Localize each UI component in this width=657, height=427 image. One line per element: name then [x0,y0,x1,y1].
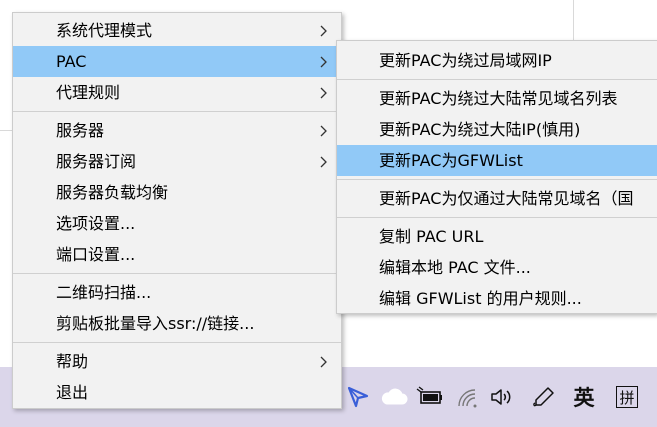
send-icon[interactable] [343,380,373,414]
ime-language-indicator[interactable]: 英 [566,380,602,414]
menu-item-label: 复制 PAC URL [379,227,484,246]
menu-item-label: 编辑 GFWList 的用户规则... [379,289,582,308]
menu-item-servers[interactable]: 服务器 [13,115,341,146]
ime-pinyin-text: 拼 [616,386,638,408]
menu-separator [337,217,657,218]
chevron-right-icon [319,115,329,146]
menu-item-label: 端口设置... [56,245,136,264]
menu-item-label: 帮助 [56,352,89,371]
background-window-edge [573,0,574,40]
menu-item-label: 系统代理模式 [56,21,153,40]
chevron-right-icon [319,77,329,108]
submenu-item-copy-pac-url[interactable]: 复制 PAC URL [337,221,657,252]
chevron-right-icon [319,15,329,46]
pac-submenu: 更新PAC为绕过局域网IP 更新PAC为绕过大陆常见域名列表 更新PAC为绕过大… [336,40,657,314]
menu-item-label: 二维码扫描... [56,283,152,302]
menu-item-pac[interactable]: PAC [13,46,341,77]
menu-item-system-proxy-mode[interactable]: 系统代理模式 [13,15,341,46]
menu-item-label: 编辑本地 PAC 文件... [379,258,531,277]
menu-item-label: 更新PAC为仅通过大陆常见域名（国 [379,189,634,208]
menu-item-clipboard-import[interactable]: 剪贴板批量导入ssr://链接... [13,308,341,339]
submenu-item-china-only[interactable]: 更新PAC为仅通过大陆常见域名（国 [337,183,657,214]
wifi-icon[interactable] [452,380,482,414]
menu-item-label: 服务器订阅 [56,152,137,171]
menu-item-exit[interactable]: 退出 [13,377,341,408]
menu-item-qr-scan[interactable]: 二维码扫描... [13,277,341,308]
ime-pinyin-indicator[interactable]: 拼 [612,380,642,414]
speaker-icon[interactable] [487,380,517,414]
menu-item-label: 服务器负载均衡 [56,183,169,202]
submenu-item-bypass-china-ip[interactable]: 更新PAC为绕过大陆IP(慎用) [337,114,657,145]
menu-item-label: 剪贴板批量导入ssr://链接... [56,314,255,333]
menu-separator [13,111,341,112]
chevron-right-icon [319,346,329,377]
menu-item-server-subscription[interactable]: 服务器订阅 [13,146,341,177]
submenu-item-gfwlist[interactable]: 更新PAC为GFWList [337,145,657,176]
ime-language-text: 英 [573,386,595,410]
menu-item-port-settings[interactable]: 端口设置... [13,239,341,270]
menu-item-load-balance[interactable]: 服务器负载均衡 [13,177,341,208]
menu-item-label: 更新PAC为绕过大陆常见域名列表 [379,89,618,108]
tray-context-menu: 系统代理模式 PAC 代理规则 服务器 服务器订阅 服务器负载均衡 选项设置..… [12,12,342,409]
menu-separator [13,273,341,274]
chevron-right-icon [319,146,329,177]
submenu-item-edit-local-pac[interactable]: 编辑本地 PAC 文件... [337,252,657,283]
cloud-icon[interactable] [378,380,410,414]
menu-item-label: 更新PAC为GFWList [379,151,523,170]
menu-item-label: 选项设置... [56,214,136,233]
menu-item-label: 更新PAC为绕过大陆IP(慎用) [379,120,581,139]
menu-item-label: 退出 [56,383,89,402]
submenu-item-bypass-lan[interactable]: 更新PAC为绕过局域网IP [337,45,657,76]
chevron-right-icon [319,46,329,77]
menu-separator [337,79,657,80]
submenu-item-bypass-china-domains[interactable]: 更新PAC为绕过大陆常见域名列表 [337,83,657,114]
menu-item-label: PAC [56,52,87,71]
pen-icon[interactable] [529,380,559,414]
menu-item-label: 服务器 [56,121,105,140]
menu-separator [337,179,657,180]
battery-plug-icon[interactable] [414,380,446,414]
menu-separator [13,342,341,343]
menu-item-label: 代理规则 [56,83,121,102]
menu-item-label: 更新PAC为绕过局域网IP [379,51,552,70]
submenu-item-edit-gfwlist-rules[interactable]: 编辑 GFWList 的用户规则... [337,283,657,314]
menu-item-options[interactable]: 选项设置... [13,208,341,239]
menu-item-help[interactable]: 帮助 [13,346,341,377]
menu-item-proxy-rules[interactable]: 代理规则 [13,77,341,108]
